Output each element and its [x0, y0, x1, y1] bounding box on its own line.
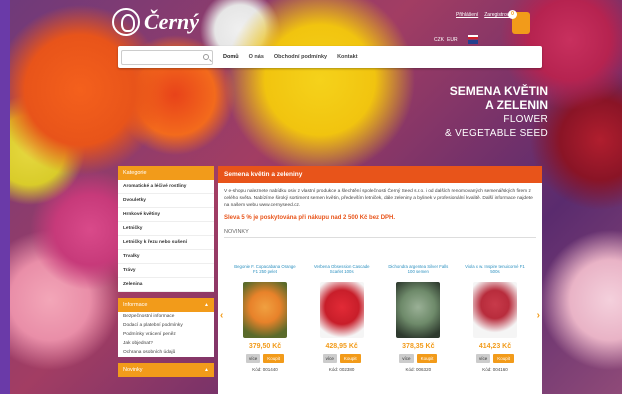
category-item[interactable]: Letničky — [118, 222, 214, 236]
more-button[interactable]: více — [475, 354, 491, 363]
category-item[interactable]: Letničky k řezu nebo sušení — [118, 236, 214, 250]
more-button[interactable]: více — [322, 354, 337, 363]
info-link[interactable]: Dodací a platební podmínky — [118, 321, 214, 330]
novinky-box: Novinky ▲ — [118, 363, 214, 377]
product-price: 379,50 Kč — [248, 343, 282, 350]
nav-terms[interactable]: Obchodní podmínky — [274, 54, 327, 60]
product-name[interactable]: Viola x w. Inspire tenuicorné F1 500s — [462, 264, 528, 282]
hero-banner-text: SEMENA KVĚTIN A ZELENIN FLOWER & VEGETAB… — [418, 84, 548, 140]
nav-about[interactable]: O nás — [249, 54, 264, 60]
carousel-prev-icon[interactable]: ‹ — [220, 310, 223, 321]
currency-eur[interactable]: EUR — [447, 37, 458, 43]
buy-button[interactable]: Koupit — [263, 354, 285, 363]
info-link[interactable]: Podmínky vrácení peněz — [118, 330, 214, 339]
banner-line-2: A ZELENIN — [485, 98, 548, 112]
nav-home[interactable]: Domů — [223, 54, 239, 60]
category-item[interactable]: Zelenina — [118, 278, 214, 292]
product-price: 428,95 Kč — [325, 343, 358, 350]
bulb-icon — [112, 8, 140, 36]
info-link[interactable]: Bezpečnostní informace — [118, 312, 214, 321]
product-code: Kód: 004160 — [482, 367, 508, 372]
product-image[interactable] — [243, 282, 287, 338]
nav-contact[interactable]: Kontakt — [337, 54, 357, 60]
banner-line-3: FLOWER — [503, 114, 548, 125]
language-flags — [468, 35, 478, 44]
main-content: Semena květin a zeleniny V e-shopu nalez… — [218, 166, 542, 394]
sidebar: Kategorie Aromatické a léčivé rostliny D… — [118, 166, 214, 383]
novinky-header[interactable]: Novinky ▲ — [118, 363, 214, 377]
search-icon[interactable] — [203, 53, 209, 60]
banner-line-1: SEMENA KVĚTIN — [449, 84, 548, 98]
section-title: NOVINKY — [224, 227, 536, 238]
product-card: Viola x w. Inspire tenuicorné F1 500s 41… — [462, 264, 528, 372]
category-item[interactable]: Trvalky — [118, 250, 214, 264]
currency-czk[interactable]: CZK — [434, 37, 444, 43]
login-link[interactable]: Přihlášení — [456, 12, 478, 18]
information-box: Informace ▲ Bezpečnostní informace Dodací… — [118, 298, 214, 357]
carousel-next-icon[interactable]: › — [537, 310, 540, 321]
buy-button[interactable]: Koupit — [339, 354, 361, 363]
currency-switch: CZK EUR — [434, 37, 458, 43]
search-box — [121, 49, 213, 65]
product-name[interactable]: Dichondra argentea Silver Falls 100 seme… — [385, 264, 451, 282]
buy-button[interactable]: Koupit — [493, 354, 514, 363]
brand-name: Černý — [144, 9, 199, 34]
info-link[interactable]: Jak objednat? — [118, 339, 214, 348]
product-code: Kód: 001440 — [252, 367, 278, 372]
cart-count-badge: 0 — [508, 10, 517, 19]
search-input[interactable] — [122, 50, 212, 64]
buy-button[interactable]: Koupit — [416, 354, 438, 363]
product-name[interactable]: Begonie F. Copacabana Orange F1 250 pele… — [232, 264, 298, 282]
product-code: Kód: 002380 — [328, 367, 355, 372]
product-price: 378,35 Kč — [402, 343, 435, 350]
page-frame: Černý Přihlášení Zaregistrovat se CZK EU… — [10, 0, 622, 394]
main-nav: Domů O nás Obchodní podmínky Kontakt — [118, 46, 542, 68]
category-item[interactable]: Trávy — [118, 264, 214, 278]
product-image[interactable] — [319, 282, 364, 338]
product-card: Begonie F. Copacabana Orange F1 250 pele… — [232, 264, 298, 372]
chevron-up-icon: ▲ — [204, 367, 209, 373]
product-carousel: Begonie F. Copacabana Orange F1 250 pele… — [232, 264, 528, 372]
product-price: 414,23 Kč — [478, 343, 512, 350]
categories-header: Kategorie — [118, 166, 214, 180]
product-image[interactable] — [396, 282, 441, 338]
more-button[interactable]: více — [399, 354, 414, 363]
discount-notice: Sleva 5 % je poskytována při nákupu nad … — [224, 215, 396, 221]
category-item[interactable]: Hrnkové květiny — [118, 208, 214, 222]
more-button[interactable]: více — [245, 354, 261, 363]
product-card: Dichondra argentea Silver Falls 100 seme… — [385, 264, 451, 372]
banner-line-4: & VEGETABLE SEED — [445, 128, 548, 139]
product-name[interactable]: Verbena Obsession Cascade Scarlet 100s — [309, 264, 375, 282]
product-image[interactable] — [472, 282, 517, 338]
categories-box: Kategorie Aromatické a léčivé rostliny D… — [118, 166, 214, 292]
nav-items: Domů O nás Obchodní podmínky Kontakt — [223, 54, 358, 60]
info-link[interactable]: Ochrana osobních údajů — [118, 348, 214, 357]
product-card: Verbena Obsession Cascade Scarlet 100s 4… — [309, 264, 375, 372]
flag-en-icon[interactable] — [468, 40, 478, 44]
logo[interactable]: Černý — [112, 8, 199, 36]
intro-text: V e-shopu naleznete nabídku osiv z vlast… — [224, 189, 533, 208]
page-title: Semena květin a zeleniny — [218, 166, 542, 183]
flag-cz-icon[interactable] — [468, 35, 478, 39]
information-header[interactable]: Informace ▲ — [118, 298, 214, 312]
product-code: Kód: 006320 — [405, 367, 432, 372]
chevron-up-icon: ▲ — [204, 302, 209, 308]
category-item[interactable]: Dvouletky — [118, 194, 214, 208]
category-item[interactable]: Aromatické a léčivé rostliny — [118, 180, 214, 194]
